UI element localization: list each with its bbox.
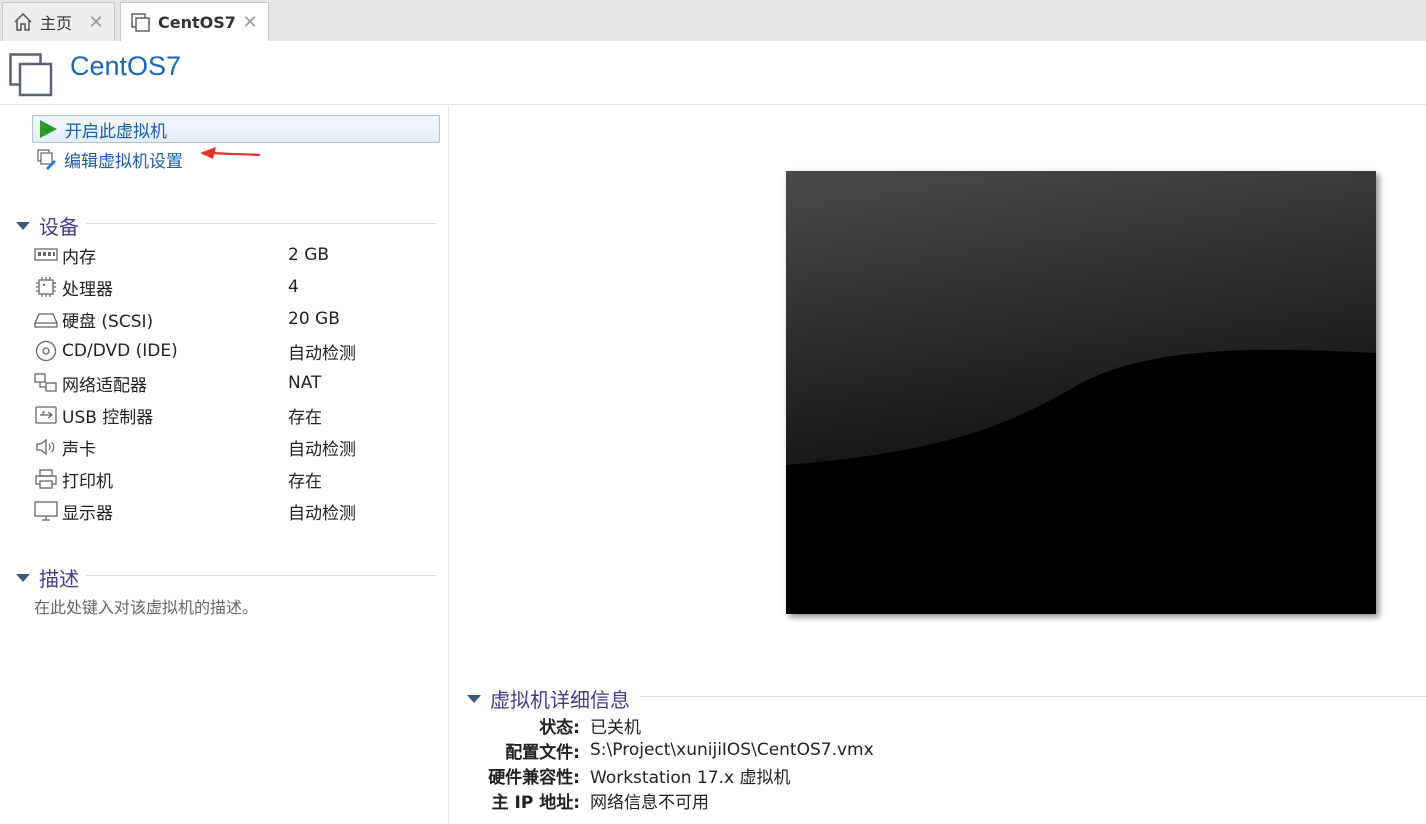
device-value: 20 GB: [288, 309, 340, 329]
vm-icon: [131, 12, 150, 32]
detail-row-ip-address: 主 IP 地址: 网络信息不可用: [460, 788, 1420, 813]
detail-value[interactable]: S:\Project\xunijiIOS\CentOS7.vmx: [590, 740, 874, 760]
collapse-caret-icon: [467, 694, 481, 703]
detail-value: Workstation 17.x 虚拟机: [590, 767, 791, 788]
detail-row-config-file: 配置文件: S:\Project\xunijiIOS\CentOS7.vmx: [460, 738, 1420, 763]
detail-key: 主 IP 地址:: [491, 792, 580, 813]
device-row-sound[interactable]: 声卡 自动检测: [34, 433, 434, 461]
devices-section-title: 设备: [39, 215, 79, 239]
device-name: 打印机: [62, 471, 113, 492]
device-row-printer[interactable]: 打印机 存在: [34, 465, 434, 493]
vm-preview-screen[interactable]: [786, 171, 1376, 614]
devices-section-header[interactable]: 设备: [16, 211, 79, 240]
detail-row-status: 状态: 已关机: [460, 713, 1420, 738]
detail-value: 网络信息不可用: [590, 792, 709, 813]
collapse-caret-icon: [16, 221, 30, 230]
cd-icon: [35, 340, 57, 362]
power-on-button[interactable]: 开启此虚拟机: [32, 115, 440, 143]
vm-large-icon: [9, 53, 53, 97]
device-value: 自动检测: [288, 503, 356, 524]
device-row-network[interactable]: 网络适配器 NAT: [34, 369, 434, 397]
device-row-display[interactable]: 显示器 自动检测: [34, 497, 434, 525]
printer-icon: [35, 469, 57, 489]
tab-centos7-label: CentOS7: [158, 13, 236, 32]
tab-centos7[interactable]: CentOS7 ✕: [120, 2, 269, 42]
detail-value: 已关机: [590, 717, 641, 738]
device-value: 存在: [288, 407, 322, 428]
section-divider: [86, 223, 436, 224]
device-row-cd-dvd[interactable]: CD/DVD (IDE) 自动检测: [34, 337, 434, 365]
device-row-usb[interactable]: USB 控制器 存在: [34, 401, 434, 429]
device-name: 内存: [62, 247, 96, 268]
monitor-icon: [34, 501, 58, 521]
device-name: CD/DVD (IDE): [62, 341, 178, 361]
details-section-title: 虚拟机详细信息: [490, 688, 630, 712]
section-divider: [86, 575, 436, 576]
tab-bar: 主页 ✕ CentOS7 ✕: [0, 0, 1426, 42]
device-value: 2 GB: [288, 245, 330, 265]
edit-settings-label: 编辑虚拟机设置: [64, 151, 183, 172]
details-section-header[interactable]: 虚拟机详细信息: [467, 684, 630, 713]
collapse-caret-icon: [16, 573, 30, 582]
device-name: 声卡: [62, 439, 96, 460]
device-name: 显示器: [62, 503, 113, 524]
detail-row-compatibility: 硬件兼容性: Workstation 17.x 虚拟机: [460, 763, 1420, 788]
section-divider: [640, 696, 1426, 697]
speaker-icon: [36, 438, 55, 456]
tab-home-label: 主页: [40, 14, 73, 33]
device-name: 硬盘 (SCSI): [62, 311, 154, 332]
detail-key: 硬件兼容性:: [488, 767, 580, 788]
description-section-title: 描述: [39, 567, 79, 591]
play-icon: [40, 120, 57, 138]
tab-home-close-icon[interactable]: ✕: [86, 12, 106, 33]
device-name: 网络适配器: [62, 375, 147, 396]
description-section-header[interactable]: 描述: [16, 563, 79, 592]
device-value: 4: [288, 277, 299, 297]
home-icon: [14, 12, 32, 31]
tab-home[interactable]: 主页 ✕: [2, 2, 115, 41]
device-row-harddisk[interactable]: 硬盘 (SCSI) 20 GB: [34, 305, 434, 333]
device-value: 自动检测: [288, 343, 356, 364]
device-value: 自动检测: [288, 439, 356, 460]
cpu-icon: [36, 277, 56, 297]
device-row-cpu[interactable]: 处理器 4: [34, 273, 434, 301]
device-value: NAT: [288, 373, 322, 393]
vm-header: CentOS7: [0, 41, 1426, 105]
detail-key: 状态:: [539, 717, 580, 738]
usb-icon: [35, 406, 57, 424]
left-panel: 开启此虚拟机 编辑虚拟机设置 设备 内存 2 GB 处理器 4 硬盘 (SCSI…: [0, 106, 449, 824]
detail-key: 配置文件:: [505, 742, 580, 763]
tab-centos7-close-icon[interactable]: ✕: [240, 12, 260, 33]
vm-title: CentOS7: [70, 51, 182, 81]
device-name: USB 控制器: [62, 407, 154, 428]
description-placeholder[interactable]: 在此处键入对该虚拟机的描述。: [34, 594, 258, 618]
memory-icon: [34, 248, 58, 261]
device-name: 处理器: [62, 279, 113, 300]
red-arrow-annotation: [200, 147, 261, 159]
vm-preview-graphic: [786, 171, 1376, 614]
edit-settings-link[interactable]: 编辑虚拟机设置: [32, 145, 332, 173]
network-icon: [34, 373, 57, 392]
device-row-memory[interactable]: 内存 2 GB: [34, 241, 434, 269]
harddisk-icon: [34, 313, 58, 328]
edit-settings-icon: [37, 149, 56, 170]
power-on-label: 开启此虚拟机: [65, 121, 167, 142]
device-value: 存在: [288, 471, 322, 492]
